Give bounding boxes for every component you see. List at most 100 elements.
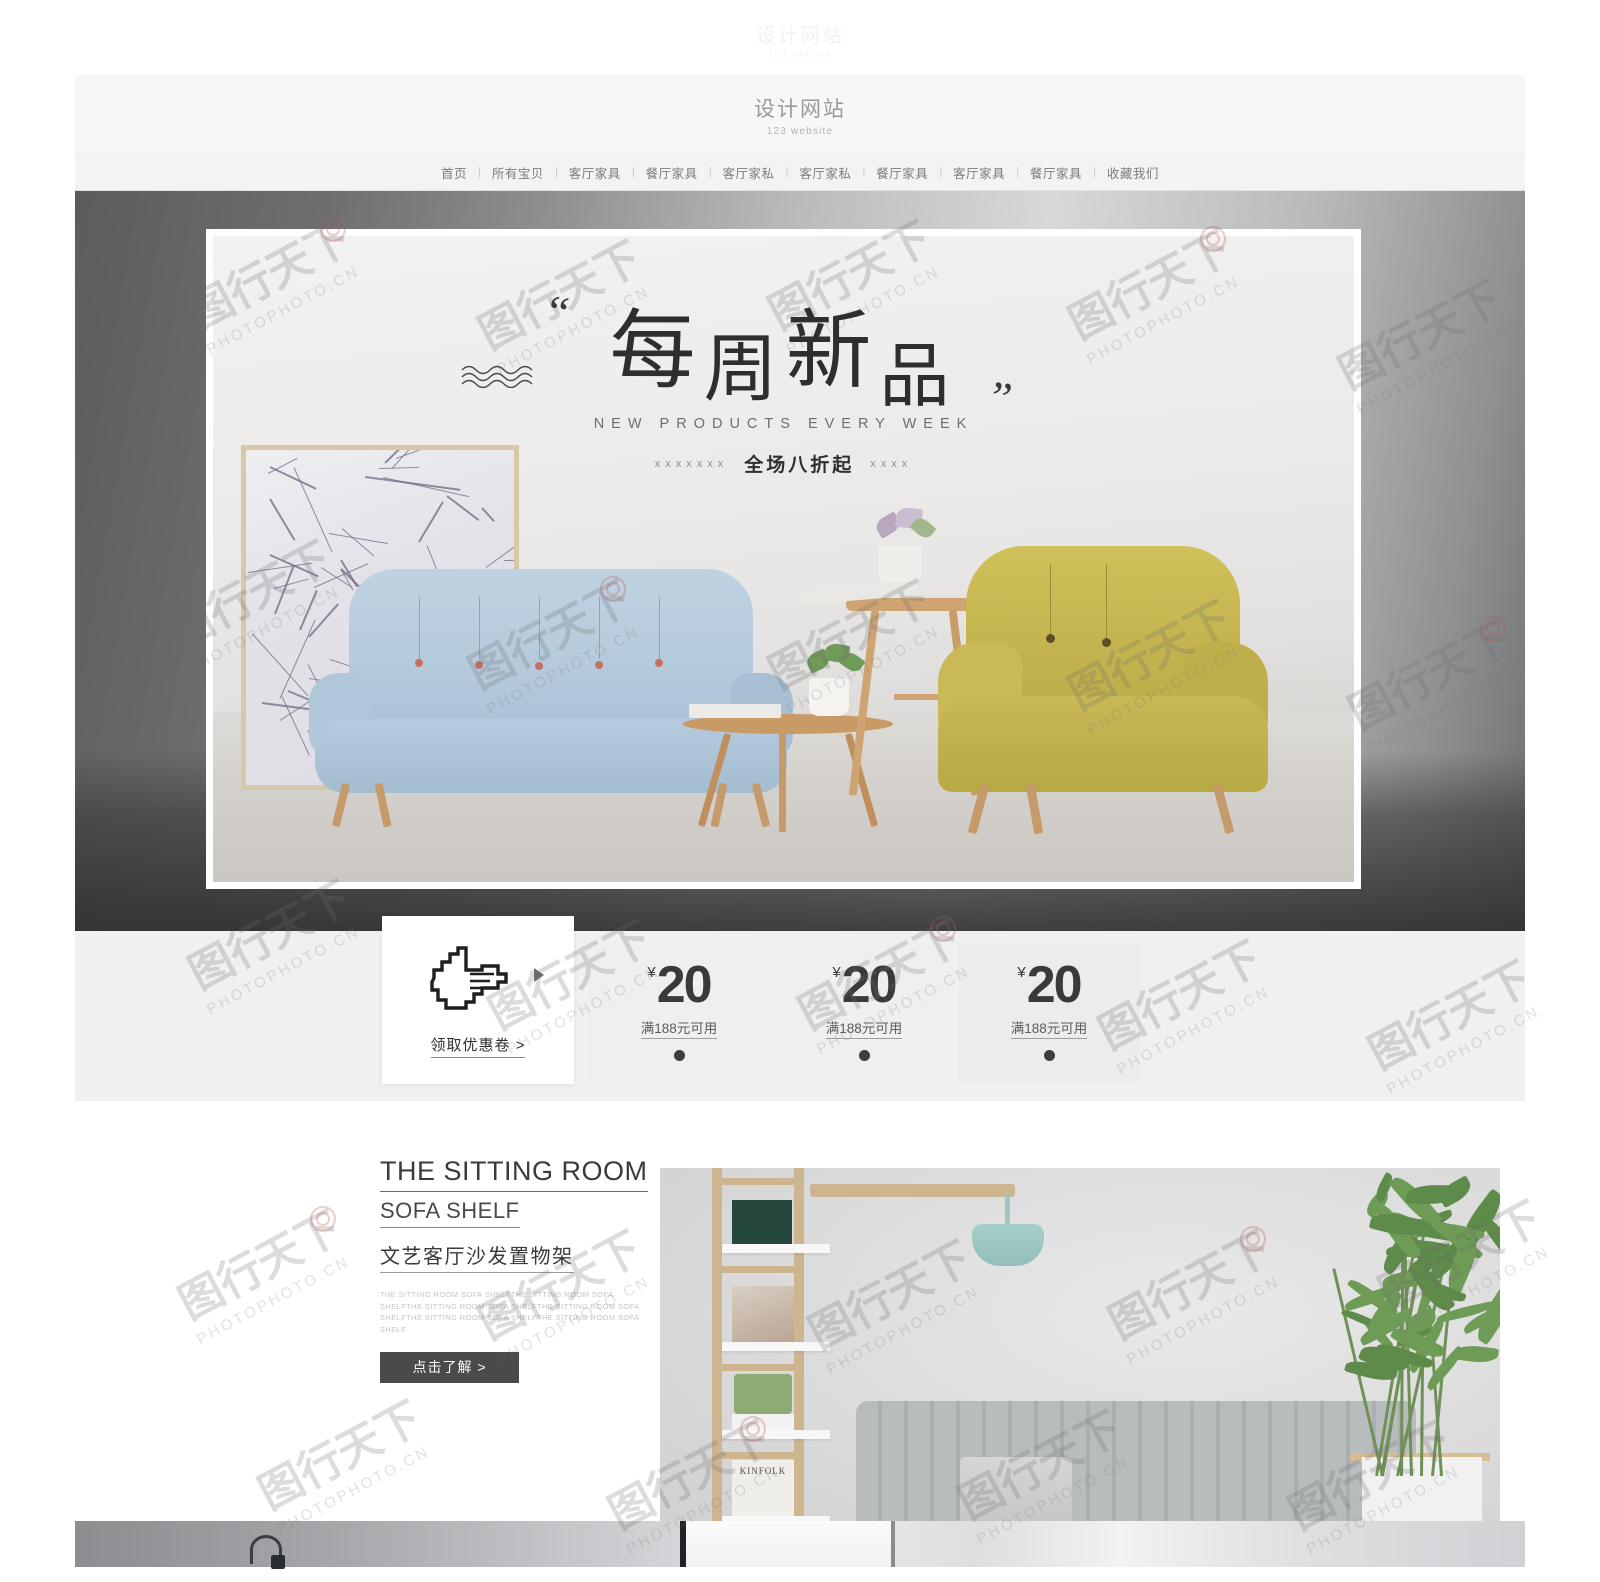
art-branch: [274, 565, 295, 614]
promo-x-left: xxxxxxx: [654, 457, 729, 470]
wave-decoration: [461, 365, 532, 388]
magazine-title: KINFOLK: [739, 1466, 787, 1476]
armchair-tuft-line: [1106, 564, 1107, 640]
coupon-list: ¥20 满188元可用 ¥20 满188元可用 ¥20 满188元可用: [588, 943, 1140, 1083]
lamp-arm: [810, 1184, 1015, 1197]
plug-icon: [271, 1555, 285, 1569]
art-branch: [364, 475, 460, 491]
banner-white-frame: “ 每周新品 ” NEW PRODUCTS EVERY WEEK xxxxxxx…: [206, 229, 1361, 889]
armchair-button: [1102, 638, 1111, 647]
banner-title-char: 每: [609, 303, 704, 399]
table-leg: [779, 732, 786, 832]
nav-item-5[interactable]: 客厅家私: [712, 163, 786, 182]
stool-plant-pot: [878, 546, 922, 582]
art-branch: [481, 507, 496, 523]
nav-item-4[interactable]: 餐厅家具: [635, 163, 709, 182]
stool-leg: [848, 610, 880, 796]
site-header: 设计网站 123 website: [75, 75, 1525, 154]
coupon-dot-icon: [858, 1050, 870, 1061]
stool-rung: [894, 694, 942, 700]
promo-text: 全场八折起: [744, 455, 855, 476]
sitting-room-photo: KINFOLK: [660, 1168, 1500, 1549]
coupon-condition: 满188元可用: [825, 1017, 903, 1039]
banner-title: “ 每周新品 ”: [461, 285, 1023, 426]
coupon-currency: ¥: [647, 964, 656, 981]
coupon-amount: ¥20: [1017, 959, 1082, 1011]
table-book: [689, 704, 781, 718]
table-leg: [697, 732, 732, 828]
coupon-condition: 满188元可用: [640, 1017, 718, 1039]
nav-item-3[interactable]: 客厅家具: [558, 163, 632, 182]
site-logo[interactable]: 设计网站 123 website: [75, 99, 1525, 137]
sofa-tuft-button: [535, 662, 543, 670]
shelf-board: [722, 1342, 830, 1351]
art-branch: [485, 545, 514, 569]
sitting-room-title-cn: 文艺客厅沙发置物架: [380, 1240, 574, 1273]
nav-item-8[interactable]: 客厅家具: [942, 163, 1016, 182]
site-logo-en: 123 website: [766, 126, 834, 137]
hand-cursor-glyph: [430, 946, 508, 1010]
nav-item-6[interactable]: 客厅家私: [788, 163, 862, 182]
quote-open: “: [544, 285, 580, 340]
shelf-magazine: KINFOLK: [732, 1460, 794, 1516]
shelf-rail: [794, 1168, 804, 1549]
lamp-shade: [972, 1224, 1044, 1266]
coupon-strip: 领取优惠卷 > ¥20 满188元可用 ¥20 满188元可用 ¥20 满188元可用: [75, 916, 1525, 1101]
shelf-rung: [712, 1266, 804, 1273]
claim-coupon-chevron: >: [515, 1037, 526, 1054]
shelf-rail: [712, 1168, 722, 1549]
table-plant-pot: [809, 678, 849, 716]
pointing-hand-icon: [424, 942, 544, 1018]
nav-item-10[interactable]: 收藏我们: [1096, 163, 1170, 182]
art-branch: [503, 559, 514, 562]
band-panel: [686, 1521, 891, 1567]
sofa-tuft-line: [419, 597, 420, 659]
art-branch: [341, 528, 374, 557]
banner-title-char: 新: [785, 303, 880, 399]
armchair-tuft-line: [1050, 564, 1051, 636]
nav-item-7[interactable]: 餐厅家具: [865, 163, 939, 182]
claim-coupon-card[interactable]: 领取优惠卷 >: [382, 916, 574, 1084]
nav-item-9[interactable]: 餐厅家具: [1019, 163, 1093, 182]
banner-title-char: 品: [879, 339, 958, 416]
sitting-room-section: THE SITTING ROOM SOFA SHELF 文艺客厅沙发置物架 TH…: [75, 1101, 1525, 1549]
sitting-room-title-en-2: SOFA SHELF: [380, 1198, 520, 1228]
promo-x-right: xxxx: [870, 457, 913, 470]
main-navigation: 首页 | 所有宝贝 | 客厅家具 | 餐厅家具 | 客厅家私 | 客厅家私 | 餐厅家具 | 客厅家具 | 餐厅…: [75, 154, 1525, 191]
sofa-tuft-line: [599, 597, 600, 659]
next-section-preview: [75, 1521, 1525, 1569]
page-root: 设计网站 123 website 设计网站 123 website 首页 | 所有宝…: [0, 0, 1600, 1582]
coupon-currency: ¥: [1017, 964, 1026, 981]
palm-plant-illustration: [1312, 1171, 1500, 1477]
coupon-tile[interactable]: ¥20 满188元可用: [958, 943, 1140, 1083]
claim-coupon-label: 领取优惠卷 >: [430, 1034, 526, 1058]
coupon-tile[interactable]: ¥20 满188元可用: [773, 943, 955, 1083]
ghost-logo-en: 123 website: [767, 49, 833, 60]
coupon-value: 20: [656, 956, 713, 1014]
learn-more-button[interactable]: 点击了解 >: [380, 1351, 519, 1383]
nav-item-1[interactable]: 首页: [430, 163, 478, 182]
banner-title-char: 周: [703, 329, 786, 411]
coupon-tile[interactable]: ¥20 满188元可用: [588, 943, 770, 1083]
armchair-button: [1046, 634, 1055, 643]
sitting-room-title-en-1: THE SITTING ROOM: [380, 1156, 648, 1192]
yellow-armchair-illustration: [938, 546, 1268, 836]
ghost-logo-cn: 设计网站: [756, 25, 844, 47]
claim-coupon-text: 领取优惠卷: [430, 1037, 511, 1054]
shelf-rung: [712, 1364, 804, 1371]
nav-item-2[interactable]: 所有宝贝: [481, 163, 555, 182]
hero-banner: “ 每周新品 ” NEW PRODUCTS EVERY WEEK xxxxxxx…: [75, 191, 1525, 931]
coupon-condition: 满188元可用: [1010, 1017, 1088, 1039]
shelf-rung: [712, 1178, 804, 1185]
sitting-room-text-block: THE SITTING ROOM SOFA SHELF 文艺客厅沙发置物架 TH…: [380, 1156, 680, 1383]
sofa-tuft-line: [659, 597, 660, 659]
site-logo-cn: 设计网站: [754, 98, 846, 121]
art-branch: [446, 495, 479, 521]
play-arrow-icon: [534, 968, 544, 982]
sofa-tuft-button: [595, 661, 603, 669]
site-card: 设计网站 123 website 首页 | 所有宝贝 | 客厅家具 | 餐厅家具 | 客厅家私 |…: [75, 75, 1525, 1582]
coupon-dot-icon: [673, 1050, 685, 1061]
coupon-currency: ¥: [832, 964, 841, 981]
shelf-board: [722, 1244, 830, 1253]
sofa-tuft-button: [415, 659, 423, 667]
